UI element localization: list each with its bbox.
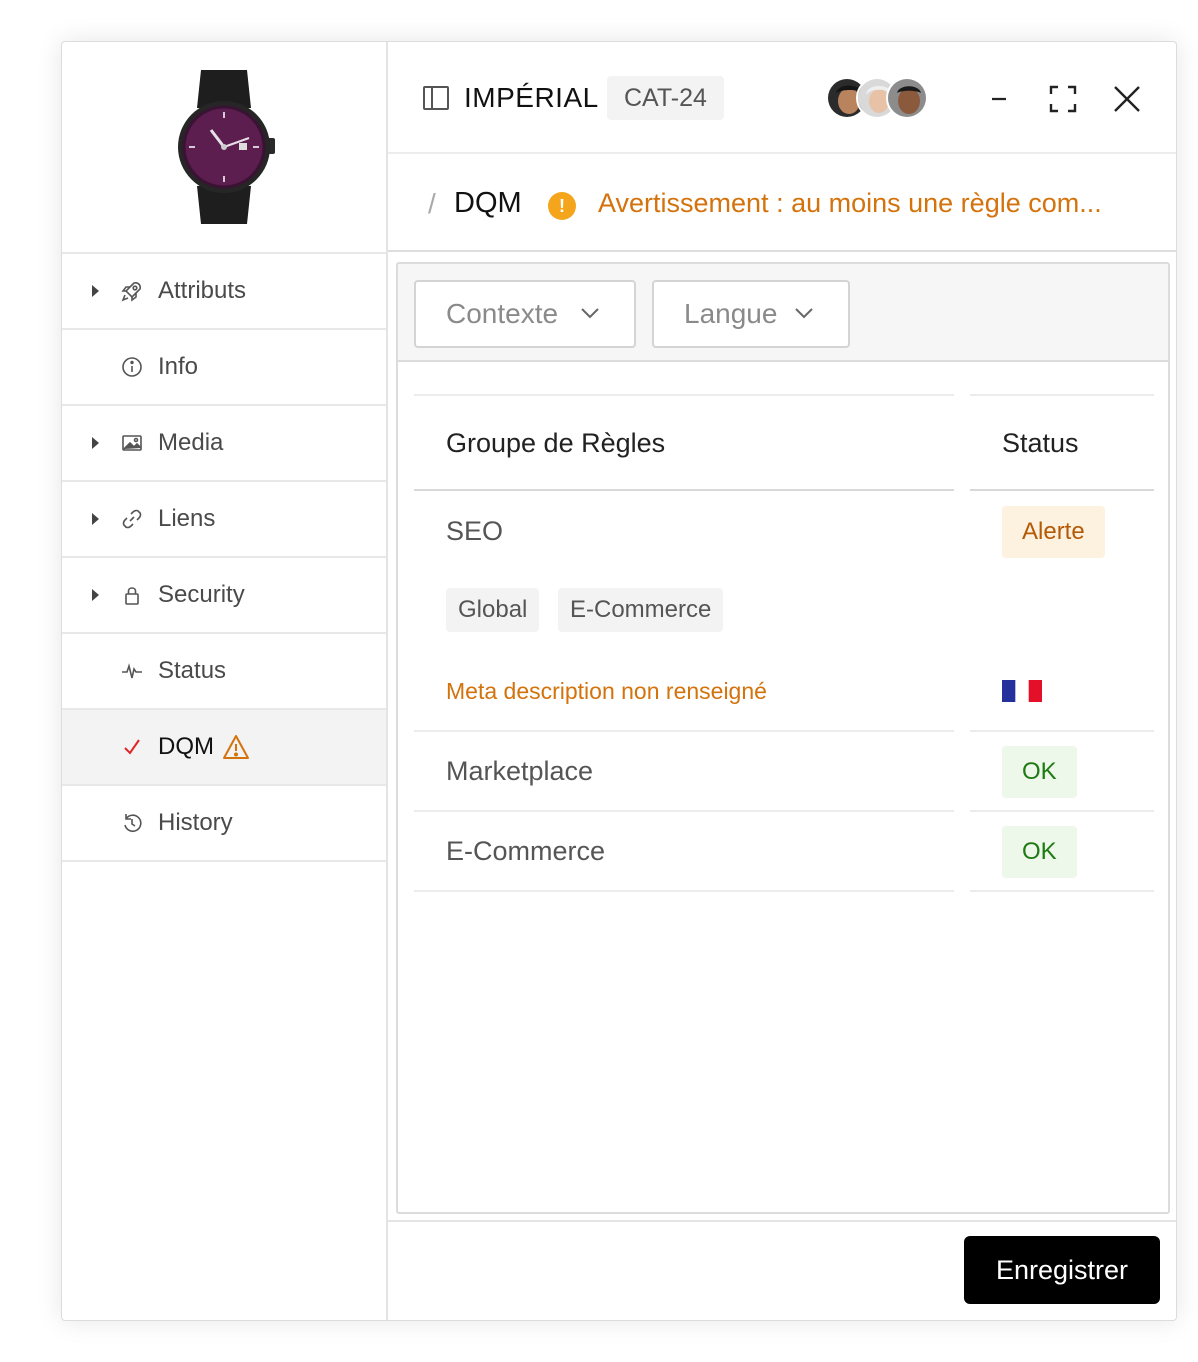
warning-icon: ! [548,192,576,220]
table-divider [970,394,1154,396]
sidebar-item-liens[interactable]: Liens [62,482,386,558]
table-divider [970,489,1154,491]
sidebar-item-label: Attributs [158,277,247,304]
image-icon [120,431,144,455]
close-icon [1114,86,1140,112]
status-badge: OK [1002,746,1077,798]
rocket-icon [120,279,144,303]
info-icon [120,355,144,379]
table-divider [414,489,954,491]
close-button[interactable] [1110,82,1144,116]
language-dropdown-label: Langue [684,298,778,329]
watch-image [178,70,275,224]
breadcrumb: / DQM ! Avertissement : au moins une règ… [388,154,1176,252]
language-dropdown[interactable]: Langue [652,280,850,348]
save-button[interactable]: Enregistrer [963,1236,1160,1304]
expand-caret-icon[interactable] [92,285,99,297]
check-icon [120,735,144,759]
sidebar-item-info[interactable]: Info [62,330,386,406]
sidebar-item-history[interactable]: History [62,786,386,862]
lock-icon [120,583,144,607]
context-tag: E-Commerce [558,588,724,632]
sidebar: Attributs Info Media Liens Security Stat… [62,42,388,1320]
context-tag: Global [446,588,540,632]
table-row-name[interactable]: SEO [446,516,503,547]
sidebar-item-label: DQM [158,733,214,760]
context-dropdown-label: Contexte [446,298,559,329]
page-title: IMPÉRIAL [464,82,599,113]
table-divider [414,890,954,892]
chevron-down-icon [581,308,599,319]
rule-message[interactable]: Meta description non renseigné [446,678,767,705]
breadcrumb-current[interactable]: DQM [454,187,522,220]
table-divider [970,810,1154,812]
link-icon [120,507,144,531]
sidebar-item-status[interactable]: Status [62,634,386,710]
avatar[interactable] [886,77,928,119]
table-divider [970,730,1154,732]
expand-caret-icon[interactable] [92,589,99,601]
column-header-group[interactable]: Groupe de Règles [446,428,665,459]
warning-message: Avertissement : au moins une règle com..… [598,188,1102,218]
sidebar-item-label: Status [158,657,227,684]
collaborator-avatars[interactable] [826,77,928,119]
table-divider [414,730,954,732]
footer: Enregistrer [388,1220,1176,1320]
context-dropdown[interactable]: Contexte [414,280,636,348]
sidebar-item-label: Media [158,429,224,456]
expand-caret-icon[interactable] [92,513,99,525]
dqm-content: Contexte Langue Groupe de Règles Status … [396,262,1170,1214]
pulse-icon [120,659,144,683]
sidebar-item-security[interactable]: Security [62,558,386,634]
expand-caret-icon[interactable] [92,437,99,449]
status-badge: Alerte [1002,506,1105,558]
table-row-name[interactable]: E-Commerce [446,836,605,867]
product-image [62,42,386,254]
column-header-status[interactable]: Status [1002,428,1079,459]
breadcrumb-separator: / [428,188,436,219]
chevron-down-icon [795,308,813,319]
sidebar-item-label: Liens [158,505,216,532]
sidebar-item-label: Security [158,581,245,608]
sidebar-item-attributs[interactable]: Attributs [62,254,386,330]
table-divider [414,394,954,396]
header: IMPÉRIAL CAT-24 [388,42,1176,154]
warning-triangle-icon [222,734,250,767]
table-divider [414,810,954,812]
status-badge: OK [1002,826,1077,878]
product-code-badge: CAT-24 [607,76,724,120]
minimize-icon [992,97,1006,101]
minimize-button[interactable] [982,82,1016,116]
product-window: Attributs Info Media Liens Security Stat… [61,41,1177,1321]
table-row-name[interactable]: Marketplace [446,756,593,787]
flag-fr-icon [1002,680,1042,707]
history-icon [120,811,144,835]
main-panel: IMPÉRIAL CAT-24 / DQM ! Avertissement: … [388,42,1176,1320]
filter-bar: Contexte Langue [398,264,1168,362]
table-divider [970,890,1154,892]
fullscreen-button[interactable] [1046,82,1080,116]
sidebar-toggle-icon[interactable] [422,84,450,112]
expand-icon [1049,85,1077,113]
sidebar-item-dqm[interactable]: DQM [62,710,386,786]
sidebar-item-media[interactable]: Media [62,406,386,482]
sidebar-item-label: History [158,809,233,836]
sidebar-item-label: Info [158,353,199,380]
